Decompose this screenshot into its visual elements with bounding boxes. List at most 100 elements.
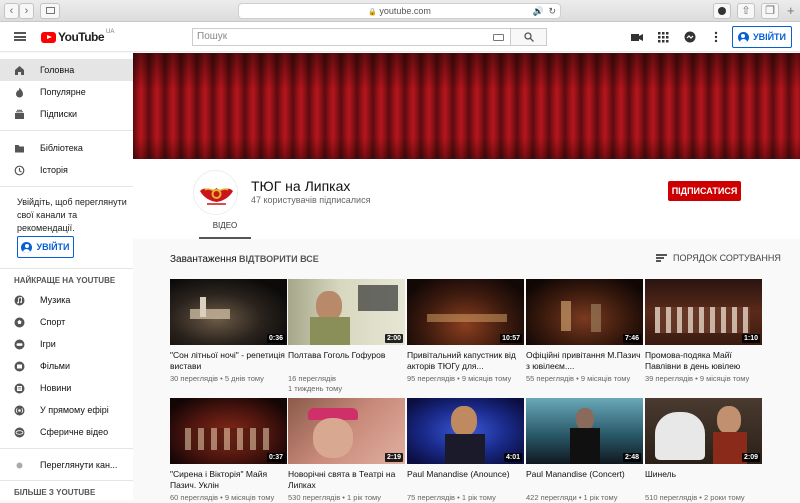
- games-icon: [14, 339, 25, 349]
- video-title[interactable]: "Сирена і Вікторія" Майя Пазич. Уклін: [170, 469, 287, 491]
- audio-icon[interactable]: 🔊: [533, 4, 544, 19]
- video-duration: 7:46: [622, 334, 641, 343]
- video-views: 510 переглядів: [645, 493, 698, 502]
- tab-videos[interactable]: ВІДЕО: [199, 221, 251, 239]
- video-thumbnail[interactable]: 2:00: [288, 279, 405, 345]
- create-video-icon[interactable]: [630, 30, 644, 44]
- sidebar-item-games[interactable]: Ігри: [0, 333, 133, 355]
- channel-avatar[interactable]: [193, 170, 238, 215]
- video-thumbnail[interactable]: 2:48: [526, 398, 643, 464]
- subscribe-button[interactable]: ПІДПИСАТИСЯ: [668, 181, 741, 201]
- youtube-logo[interactable]: YouTube UA: [41, 29, 114, 44]
- sidebar-toggle-button[interactable]: [40, 3, 60, 19]
- new-tab-button[interactable]: +: [787, 4, 795, 18]
- browser-toolbar: ‹ › 🔒 youtube.com 🔊 ↻ ⇧ ❐ +: [0, 0, 800, 22]
- video-title[interactable]: Новорічні свята в Театрі на Липках: [288, 469, 405, 491]
- video-views: 16 переглядів: [288, 374, 337, 383]
- fire-icon: [16, 87, 23, 97]
- sidebar-item-label: Ігри: [40, 339, 56, 349]
- reload-icon[interactable]: ↻: [548, 4, 556, 19]
- more-options-icon[interactable]: [709, 30, 723, 44]
- keyboard-icon[interactable]: [493, 34, 504, 41]
- video-thumbnail[interactable]: 0:36: [170, 279, 287, 345]
- sidebar-item-label: Історія: [40, 165, 68, 175]
- signin-button[interactable]: УВІЙТИ: [732, 26, 792, 48]
- video-thumbnail[interactable]: 2:09: [645, 398, 762, 464]
- sidebar-item-history[interactable]: Історія: [0, 159, 133, 181]
- video-card[interactable]: 4:01 Paul Manandise (Anounce) 75 перегля…: [407, 398, 524, 503]
- video-card[interactable]: 0:36 "Сон літньої ночі" - репетиція вист…: [170, 279, 287, 384]
- apps-grid-icon[interactable]: [656, 30, 670, 44]
- lock-icon: 🔒: [368, 9, 377, 16]
- video-title[interactable]: Paul Manandise (Concert): [526, 469, 643, 491]
- video-age: 5 днів тому: [224, 374, 264, 383]
- address-bar[interactable]: 🔒 youtube.com 🔊 ↻: [238, 3, 561, 19]
- sidebar-item-sport[interactable]: Спорт: [0, 311, 133, 333]
- 360-icon: [14, 427, 25, 437]
- sidebar-item-live[interactable]: У прямому ефірі: [0, 399, 133, 421]
- back-button[interactable]: ‹: [4, 3, 19, 19]
- subscriptions-icon: [15, 109, 24, 119]
- video-title[interactable]: Офіційні привітання М.Пазич з ювілеєм...…: [526, 350, 643, 372]
- tabs-button[interactable]: ❐: [761, 3, 779, 19]
- video-title[interactable]: Привітальний капустник від акторів ТЮГу …: [407, 350, 524, 372]
- video-card[interactable]: 7:46 Офіційні привітання М.Пазич з ювіле…: [526, 279, 643, 384]
- play-all-button[interactable]: ВІДТВОРИТИ ВСЕ: [239, 254, 319, 264]
- video-card[interactable]: 2:19 Новорічні свята в Театрі на Липках …: [288, 398, 405, 503]
- search-button[interactable]: [510, 28, 547, 46]
- video-thumbnail[interactable]: 0:37: [170, 398, 287, 464]
- sort-button[interactable]: ПОРЯДОК СОРТУВАННЯ: [656, 253, 781, 263]
- video-views: 95 переглядів: [407, 374, 456, 383]
- sidebar-item-360[interactable]: Сферичне відео: [0, 421, 133, 443]
- video-meta: 530 переглядів • 1 рік тому: [288, 493, 381, 502]
- sidebar-item-trending[interactable]: Популярне: [0, 81, 133, 103]
- sidebar-item-movies[interactable]: Фільми: [0, 355, 133, 377]
- video-thumbnail[interactable]: 2:19: [288, 398, 405, 464]
- video-meta: 60 переглядів • 9 місяців тому: [170, 493, 275, 502]
- menu-icon[interactable]: [14, 32, 26, 41]
- video-duration: 4:01: [503, 453, 522, 462]
- video-card[interactable]: 0:37 "Сирена і Вікторія" Майя Пазич. Укл…: [170, 398, 287, 503]
- video-thumbnail[interactable]: 10:57: [407, 279, 524, 345]
- account-icon: [737, 31, 749, 43]
- sidebar-item-label: Популярне: [40, 87, 86, 97]
- sidebar-item-news[interactable]: Новини: [0, 377, 133, 399]
- account-icon: [21, 241, 33, 253]
- downloads-button[interactable]: [713, 3, 731, 19]
- video-thumbnail[interactable]: 1:10: [645, 279, 762, 345]
- video-card[interactable]: 2:09 Шинель 510 переглядів • 2 роки тому: [645, 398, 762, 503]
- sidebar-icon: [45, 7, 55, 14]
- sidebar: Головна Популярне Підписки Бібліотека Іс…: [0, 53, 133, 500]
- video-views: 75 переглядів: [407, 493, 456, 502]
- sidebar-item-music[interactable]: Музика: [0, 289, 133, 311]
- video-thumbnail[interactable]: 4:01: [407, 398, 524, 464]
- sidebar-item-subscriptions[interactable]: Підписки: [0, 103, 133, 125]
- video-title[interactable]: "Сон літньої ночі" - репетиція вистави: [170, 350, 287, 372]
- video-card[interactable]: 2:00 Полтава Гоголь Гофуров 16 перегляді…: [288, 279, 405, 394]
- video-title[interactable]: Paul Manandise (Anounce): [407, 469, 524, 491]
- video-thumbnail[interactable]: 7:46: [526, 279, 643, 345]
- sidebar-item-library[interactable]: Бібліотека: [0, 137, 133, 159]
- search-input[interactable]: Пошук: [192, 28, 510, 46]
- video-title[interactable]: Шинель: [645, 469, 762, 491]
- sport-icon: [14, 317, 25, 327]
- sidebar-item-home[interactable]: Головна: [0, 59, 133, 81]
- sidebar-item-browse-channels[interactable]: Переглянути кан...: [0, 454, 133, 476]
- forward-button[interactable]: ›: [19, 3, 34, 19]
- live-icon: [14, 405, 25, 415]
- video-card[interactable]: 10:57 Привітальний капустник від акторів…: [407, 279, 524, 384]
- sidebar-signin-button[interactable]: УВІЙТИ: [17, 236, 74, 258]
- video-age: 1 рік тому: [583, 493, 618, 502]
- best-of-youtube-heading: НАЙКРАЩЕ НА YOUTUBE: [14, 276, 116, 285]
- video-title[interactable]: Полтава Гоголь Гофуров: [288, 350, 405, 372]
- video-title[interactable]: Промова-подяка Майї Павлівни в день ювіл…: [645, 350, 762, 372]
- video-views: 530 переглядів: [288, 493, 341, 502]
- messages-icon[interactable]: [683, 30, 697, 44]
- shelf-title[interactable]: Завантаження: [170, 254, 237, 265]
- share-button[interactable]: ⇧: [737, 3, 755, 19]
- video-card[interactable]: 1:10 Промова-подяка Майї Павлівни в день…: [645, 279, 762, 384]
- video-meta: 39 переглядів • 9 місяців тому: [645, 374, 750, 383]
- youtube-play-icon: [41, 31, 56, 43]
- video-meta: 75 переглядів • 1 рік тому: [407, 493, 496, 502]
- video-card[interactable]: 2:48 Paul Manandise (Concert) 422 перегл…: [526, 398, 643, 503]
